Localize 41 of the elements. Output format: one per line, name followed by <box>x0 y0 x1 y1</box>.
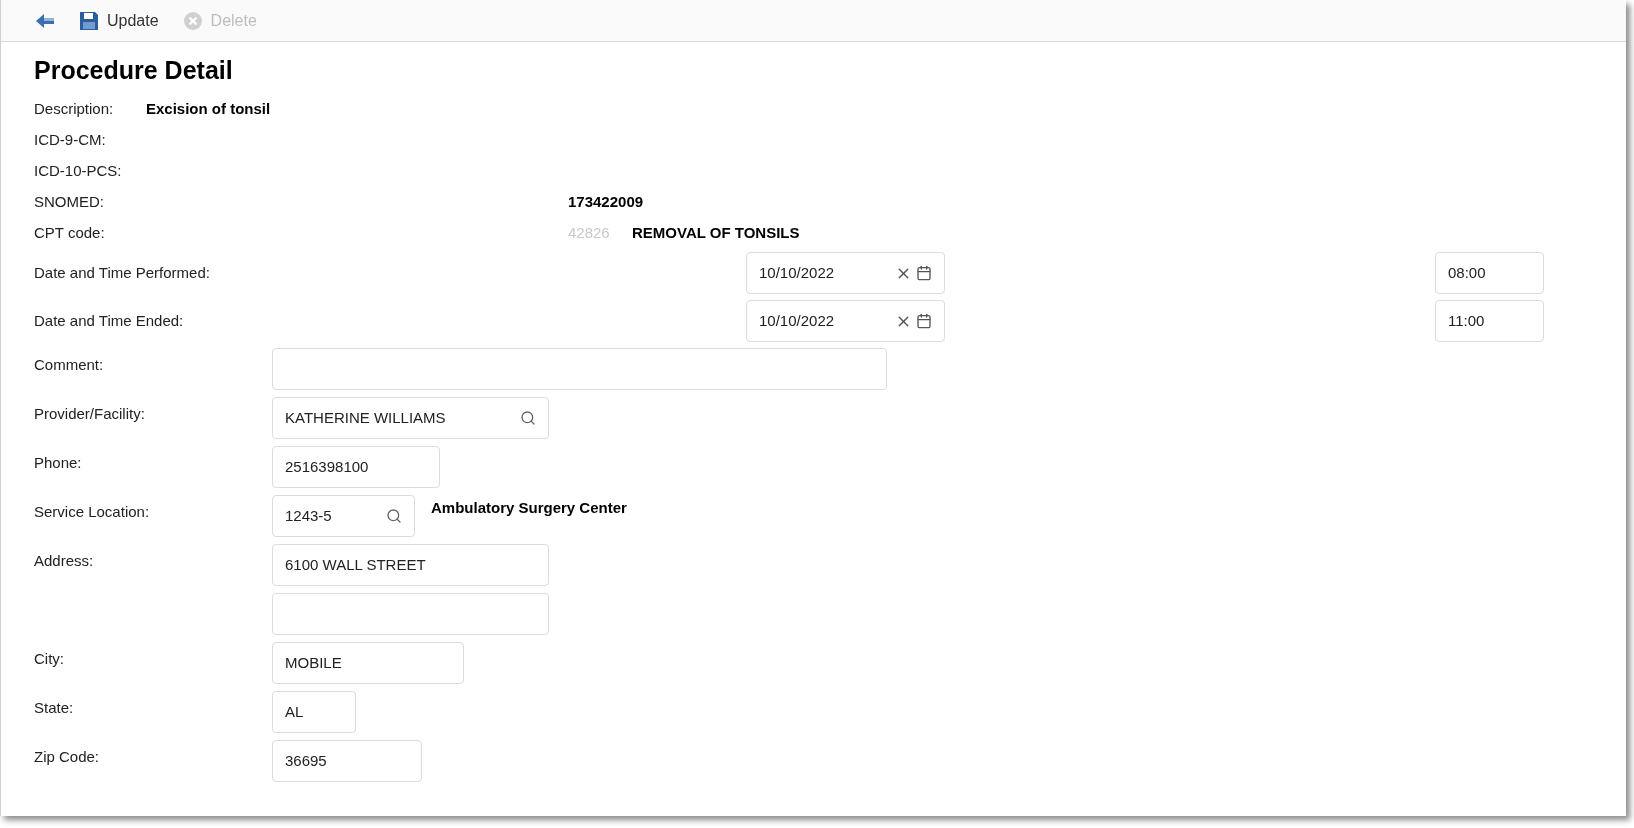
calendar-icon[interactable] <box>916 313 932 329</box>
input-field[interactable]: 36695 <box>272 740 422 782</box>
field-label: Date and Time Ended: <box>34 310 185 331</box>
input-field[interactable]: 2516398100 <box>272 446 440 488</box>
back-button[interactable] <box>35 12 55 29</box>
input-field[interactable]: MOBILE <box>272 642 464 684</box>
page-title: Procedure Detail <box>34 55 234 86</box>
field-label: ICD-10-PCS: <box>34 161 123 182</box>
calendar-icon[interactable] <box>916 265 932 281</box>
close-circle-icon <box>182 10 203 31</box>
search-field[interactable]: KATHERINE WILLIAMS <box>272 397 549 439</box>
field-value: 173422009 <box>568 192 644 213</box>
search-field[interactable]: 1243-5 <box>272 495 415 537</box>
date-field[interactable]: 10/10/2022 <box>746 252 945 294</box>
field-label: City: <box>34 650 64 667</box>
time-field[interactable]: 11:00 <box>1435 300 1544 342</box>
search-icon <box>520 410 536 426</box>
input-field[interactable] <box>272 593 549 635</box>
search-icon <box>386 508 402 524</box>
date-field[interactable]: 10/10/2022 <box>746 300 945 342</box>
field-label: Phone: <box>34 454 82 471</box>
input-field[interactable]: 6100 WALL STREET <box>272 544 549 586</box>
time-field[interactable]: 08:00 <box>1435 252 1544 294</box>
input-field[interactable]: AL <box>272 691 356 733</box>
field-value: REMOVAL OF TONSILS <box>632 223 800 244</box>
field-label: Date and Time Performed: <box>34 262 211 283</box>
field-label: CPT code: <box>34 223 106 244</box>
field-label: State: <box>34 699 74 716</box>
field-label: Description: <box>34 99 115 120</box>
field-label: SNOMED: <box>34 192 105 213</box>
field-label: Service Location: <box>34 503 150 520</box>
back-arrow-icon <box>35 12 55 29</box>
location-name: Ambulatory Surgery Center <box>431 498 627 518</box>
field-label: Comment: <box>34 356 104 373</box>
field-label: Address: <box>34 552 94 569</box>
field-label: ICD-9-CM: <box>34 130 107 151</box>
input-field[interactable] <box>272 348 887 390</box>
field-label: Provider/Facility: <box>34 405 145 422</box>
update-button[interactable]: Update <box>79 8 159 33</box>
field-value: Excision of tonsil <box>146 99 271 120</box>
field-label: Zip Code: <box>34 748 100 765</box>
